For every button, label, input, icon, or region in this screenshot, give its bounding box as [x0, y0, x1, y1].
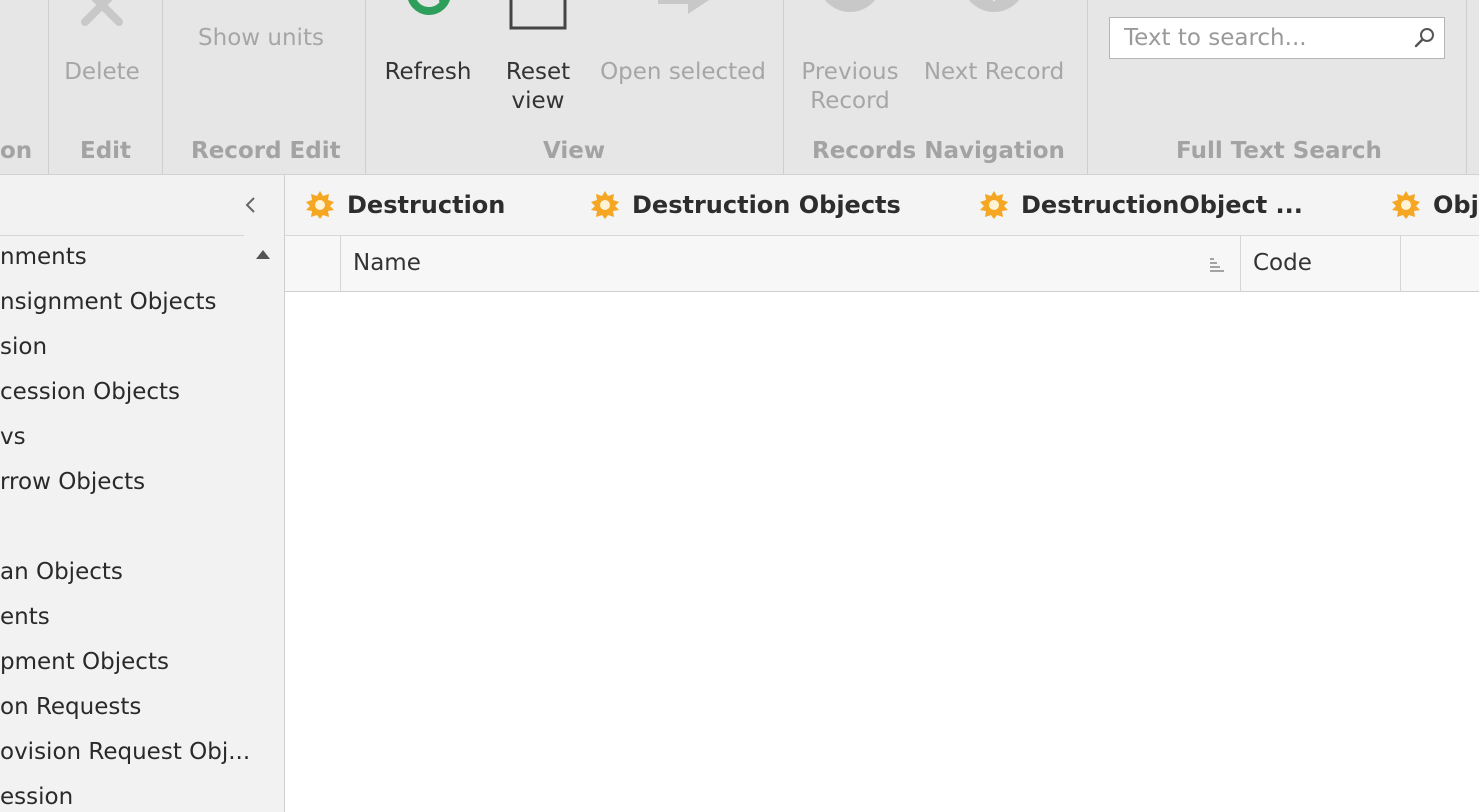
arrow-up-circle-icon [825, 0, 875, 12]
search-icon[interactable] [1414, 27, 1436, 49]
gear-badge-icon [306, 191, 334, 219]
nav-item[interactable]: sion [0, 324, 284, 369]
reset-view-button[interactable]: Reset view [498, 0, 578, 116]
nav-item-label: nments [0, 244, 87, 270]
ribbon-separator [162, 0, 163, 174]
delete-label: Delete [64, 59, 140, 85]
nav-item-label: an Objects [0, 559, 123, 585]
nav-item-label: rrow Objects [0, 469, 146, 495]
group-label-partial: on [0, 138, 33, 164]
group-label-view: View [543, 138, 606, 164]
nav-item[interactable] [0, 504, 284, 549]
group-label-record-edit: Record Edit [191, 138, 341, 164]
gear-badge-icon [591, 191, 619, 219]
group-label-full-text-search: Full Text Search [1176, 138, 1382, 164]
search-input[interactable] [1110, 18, 1414, 58]
nav-item-label: ovision Request Obj... [0, 739, 251, 765]
arrow-down-circle-icon [969, 0, 1019, 12]
ribbon: on Delete Edit Show units Record Edit Re… [0, 0, 1479, 175]
nav-item[interactable]: rrow Objects [0, 459, 284, 504]
group-label-edit: Edit [80, 138, 132, 164]
group-label-records-navigation: Records Navigation [812, 138, 1065, 164]
ribbon-separator [365, 0, 366, 174]
grid-header: Name Code [285, 236, 1479, 292]
nav-item-label: sion [0, 334, 48, 360]
open-selected-label: Open selected [600, 59, 766, 85]
grid-body[interactable] [285, 292, 1479, 812]
chevron-left-icon[interactable] [242, 195, 260, 215]
reset-view-label-2: view [511, 88, 565, 114]
document-tabs: Destruction Destruction Objects Destruct… [285, 175, 1479, 236]
refresh-label: Refresh [384, 59, 472, 85]
nav-item[interactable]: on Requests [0, 684, 284, 729]
delete-button[interactable]: Delete [56, 0, 148, 87]
nav-list: nments nsignment Objects sion cession Ob… [0, 234, 284, 812]
nav-item[interactable]: nsignment Objects [0, 279, 284, 324]
show-units-button[interactable]: Show units [196, 24, 326, 53]
nav-item-label: cession Objects [0, 379, 181, 405]
next-record-button[interactable]: Next Record [920, 0, 1068, 87]
nav-item[interactable]: ovision Request Obj... [0, 729, 284, 774]
column-header-label: Name [353, 250, 421, 276]
reset-view-label-1: Reset [505, 59, 571, 85]
nav-item[interactable]: ession [0, 774, 284, 812]
refresh-button[interactable]: Refresh [380, 0, 476, 87]
close-x-icon [81, 0, 123, 26]
nav-item-label: pment Objects [0, 649, 169, 675]
nav-item-label: vs [0, 424, 26, 450]
nav-item[interactable]: nments [0, 234, 284, 279]
next-record-label: Next Record [923, 59, 1065, 85]
gear-badge-icon [1392, 191, 1420, 219]
tab-label: Destruction Objects [632, 191, 901, 219]
ribbon-separator [1087, 0, 1088, 174]
column-header-label: Code [1253, 250, 1312, 276]
previous-record-button[interactable]: Previous Record [798, 0, 902, 116]
previous-record-label-2: Record [810, 88, 890, 114]
column-header-code[interactable]: Code [1241, 236, 1401, 291]
sort-icon [1210, 258, 1224, 272]
nav-item[interactable]: an Objects [0, 549, 284, 594]
nav-item-label: ents [0, 604, 50, 630]
refresh-icon [408, 0, 450, 16]
ribbon-separator [783, 0, 784, 174]
full-text-search-box[interactable] [1109, 17, 1445, 59]
nav-item[interactable]: vs [0, 414, 284, 459]
nav-item-label: on Requests [0, 694, 142, 720]
gear-badge-icon [980, 191, 1008, 219]
ribbon-separator [48, 0, 49, 174]
nav-item[interactable]: pment Objects [0, 639, 284, 684]
tab-label: DestructionObject ... [1021, 191, 1303, 219]
ribbon-separator [1466, 0, 1467, 174]
nav-item[interactable]: cession Objects [0, 369, 284, 414]
tab-label: Destruction [347, 191, 506, 219]
nav-item-label: nsignment Objects [0, 289, 217, 315]
arrow-right-icon [658, 0, 709, 14]
navigation-panel: nments nsignment Objects sion cession Ob… [0, 175, 285, 812]
open-selected-button[interactable]: Open selected [600, 0, 766, 87]
row-selector-header[interactable] [285, 236, 341, 291]
column-header-name[interactable]: Name [341, 236, 1241, 291]
tab-label: Obj [1433, 191, 1479, 219]
nav-item[interactable]: ents [0, 594, 284, 639]
previous-record-label-1: Previous [801, 59, 899, 85]
nav-item-label: ession [0, 784, 74, 810]
reset-view-icon [509, 0, 567, 30]
